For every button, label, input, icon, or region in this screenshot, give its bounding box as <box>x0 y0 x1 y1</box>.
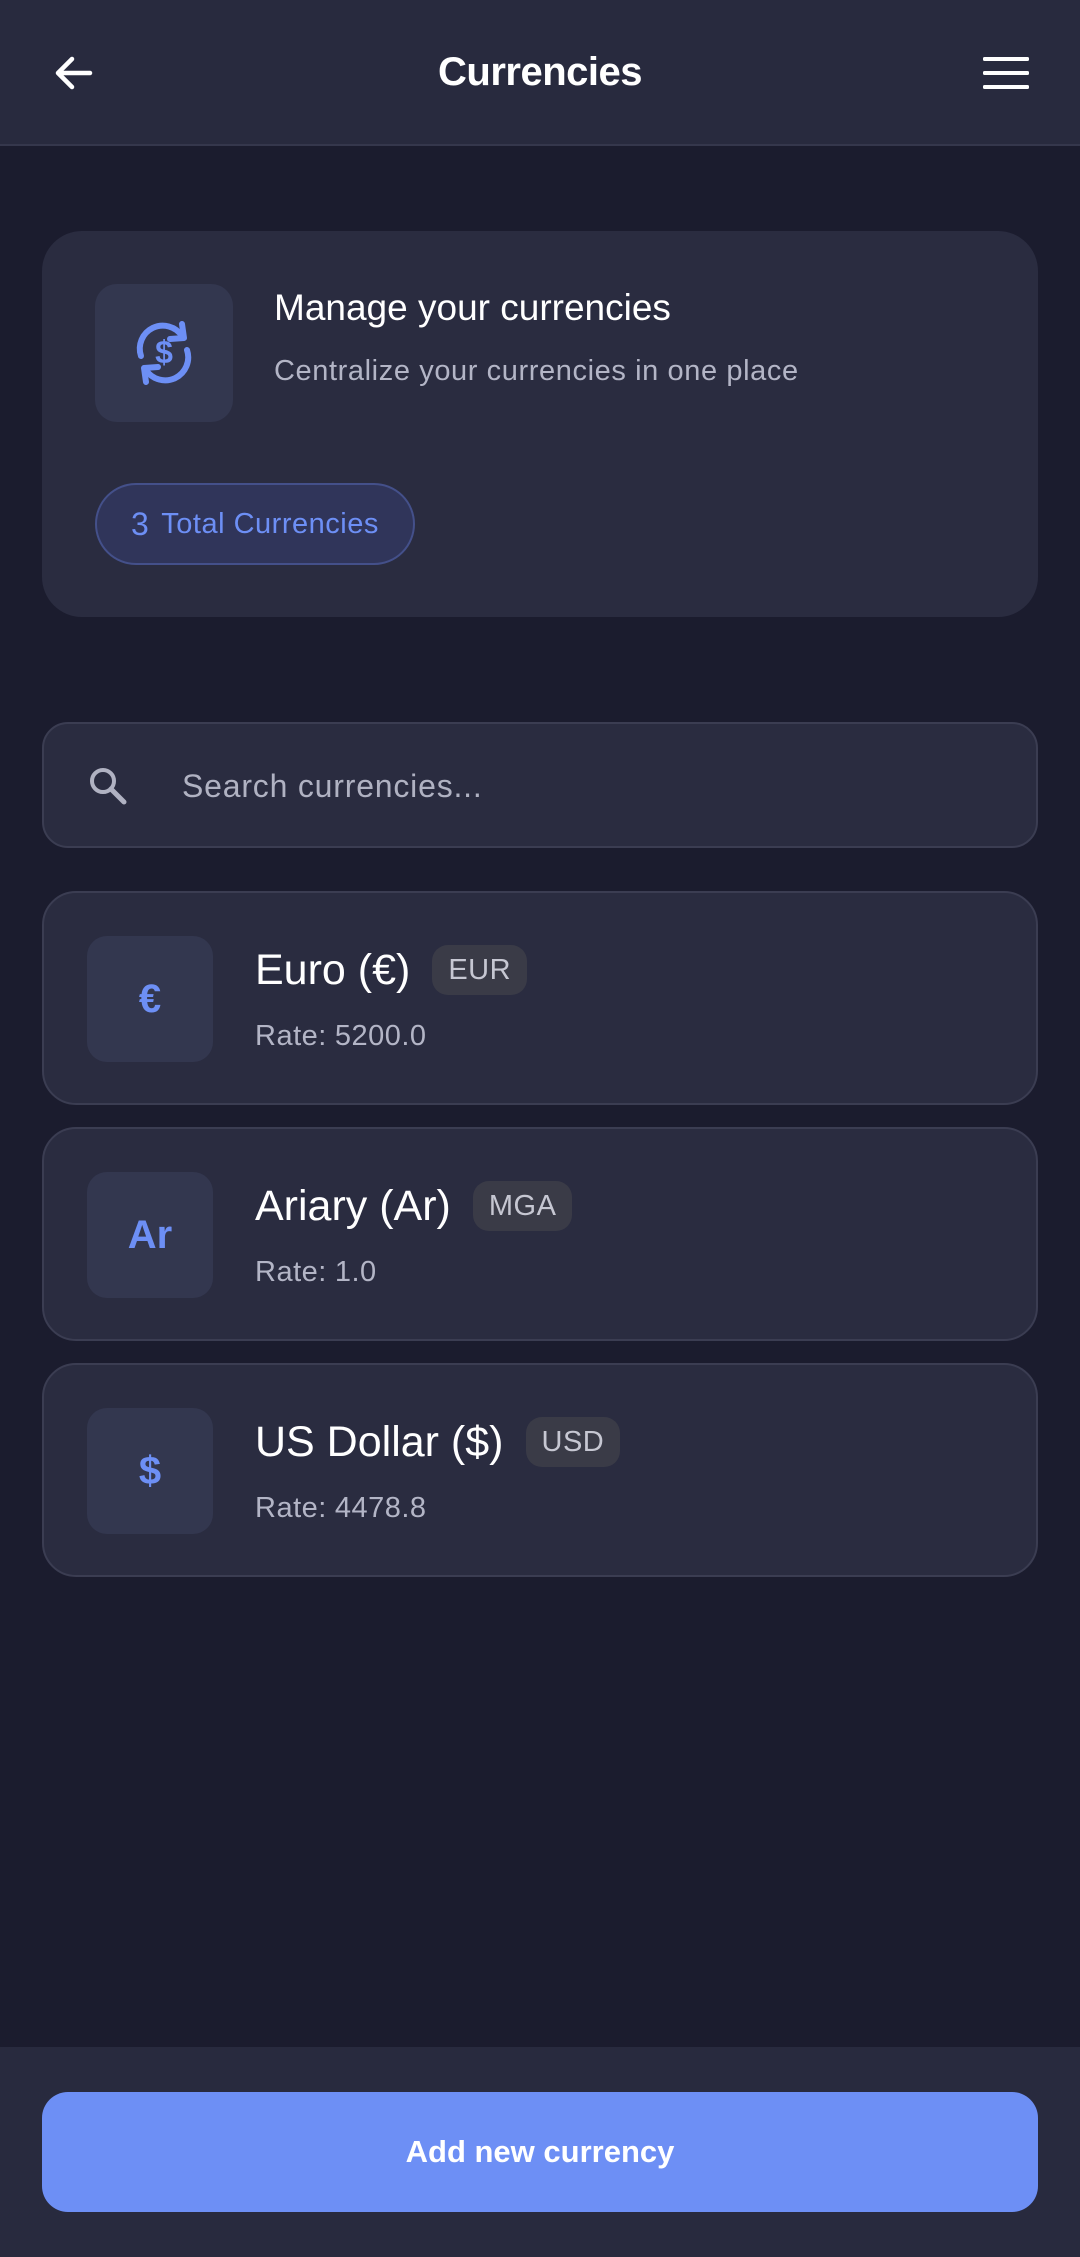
search-icon <box>86 764 130 808</box>
page-title: Currencies <box>438 49 642 94</box>
arrow-left-icon <box>55 56 93 90</box>
currencies-screen: Currencies $ Manage your currencies Cent… <box>0 0 1080 2257</box>
bottom-action-bar: Add new currency <box>0 2047 1080 2257</box>
currency-name: US Dollar ($) <box>255 1417 504 1466</box>
currency-symbol: Ar <box>87 1172 213 1298</box>
summary-title: Manage your currencies <box>274 287 671 328</box>
app-header: Currencies <box>0 0 1080 146</box>
summary-card: $ Manage your currencies Centralize your… <box>42 231 1038 617</box>
rate-value: 4478.8 <box>334 1492 427 1524</box>
total-currencies-badge: 3 Total Currencies <box>95 483 415 565</box>
currency-heading: Ariary (Ar) MGA <box>255 1181 573 1231</box>
menu-button[interactable] <box>976 43 1036 103</box>
currency-rate: Rate: 4478.8 <box>255 1492 427 1525</box>
rate-label: Rate: <box>255 1492 327 1524</box>
currency-symbol: $ <box>87 1408 213 1534</box>
currency-code-badge: MGA <box>472 1181 573 1231</box>
summary-icon-box: $ <box>95 284 233 422</box>
currency-card-mga[interactable]: Ar Ariary (Ar) MGA Rate: 1.0 <box>42 1127 1038 1341</box>
currency-symbol: € <box>87 936 213 1062</box>
currency-rate: Rate: 1.0 <box>255 1256 377 1289</box>
search-input[interactable] <box>182 754 1002 818</box>
total-currencies-count: 3 <box>131 505 150 542</box>
back-button[interactable] <box>44 43 104 103</box>
currency-card-eur[interactable]: € Euro (€) EUR Rate: 5200.0 <box>42 891 1038 1105</box>
rate-label: Rate: <box>255 1256 327 1288</box>
total-currencies-label: Total Currencies <box>161 507 379 540</box>
currency-rate: Rate: 5200.0 <box>255 1020 427 1053</box>
currency-heading: US Dollar ($) USD <box>255 1417 621 1467</box>
search-bar[interactable] <box>42 722 1038 848</box>
currency-name: Ariary (Ar) <box>255 1181 451 1230</box>
currency-code-badge: USD <box>525 1417 621 1467</box>
rate-value: 5200.0 <box>334 1020 427 1052</box>
svg-text:$: $ <box>155 334 173 370</box>
currency-code-badge: EUR <box>432 945 528 995</box>
summary-subtitle: Centralize your currencies in one place <box>274 355 799 387</box>
currency-card-usd[interactable]: $ US Dollar ($) USD Rate: 4478.8 <box>42 1363 1038 1577</box>
rate-value: 1.0 <box>334 1256 377 1288</box>
currency-name: Euro (€) <box>255 945 411 994</box>
add-currency-button[interactable]: Add new currency <box>42 2092 1038 2212</box>
currency-heading: Euro (€) EUR <box>255 945 528 995</box>
rate-label: Rate: <box>255 1020 327 1052</box>
currency-exchange-icon: $ <box>136 321 192 385</box>
hamburger-menu-icon <box>983 57 1029 89</box>
